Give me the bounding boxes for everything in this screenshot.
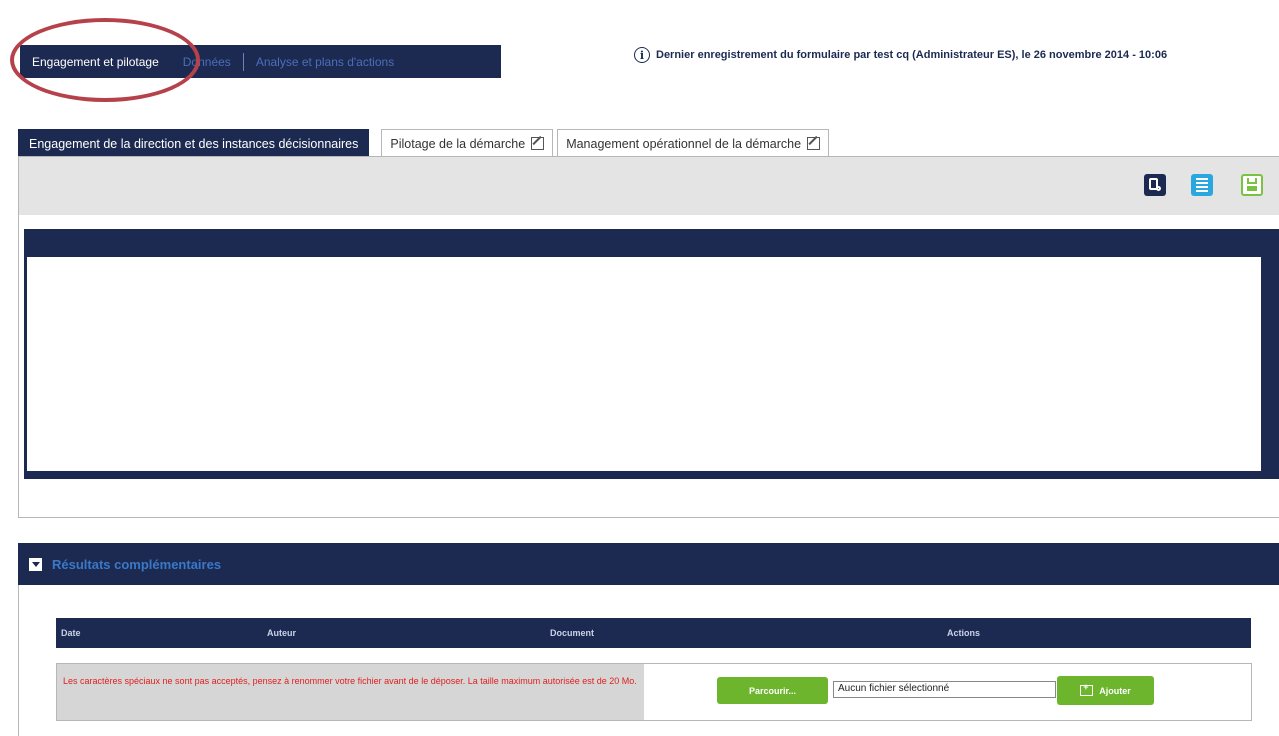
main-nav: Engagement et pilotage Données Analyse e… [20,45,501,78]
content-panel [18,156,1279,518]
results-body: Date Auteur Document Actions Les caractè… [18,585,1279,736]
subtab-label: Management opérationnel de la démarche [566,136,802,151]
last-save-info: i Dernier enregistrement du formulaire p… [634,47,1167,63]
nav-tab-label: Engagement et pilotage [32,54,159,69]
last-save-text: Dernier enregistrement du formulaire par… [656,49,1168,61]
column-header-actions: Actions [947,628,981,638]
edit-icon [807,137,821,150]
panel-toolbar [19,157,1279,215]
subtab-pilotage[interactable]: Pilotage de la démarche [381,129,554,157]
nav-tab-label: Analyse et plans d'actions [255,54,395,69]
subtab-engagement-direction[interactable]: Engagement de la direction et des instan… [18,129,370,157]
info-icon: i [634,47,650,63]
browse-button[interactable]: Parcourir... [717,677,828,704]
results-table-header: Date Auteur Document Actions [56,618,1251,648]
rich-text-editor [24,229,1279,479]
subtabs: Engagement de la direction et des instan… [18,129,833,157]
edit-icon [531,137,545,150]
upload-warning: Les caractères spéciaux ne sont pas acce… [57,664,644,720]
subtab-management[interactable]: Management opérationnel de la démarche [557,129,830,157]
add-button[interactable]: Ajouter [1057,676,1154,705]
nav-tab-label: Données [182,54,231,69]
column-header-auteur: Auteur [267,628,296,638]
add-button-label: Ajouter [1099,685,1131,696]
subtab-label: Pilotage de la démarche [390,136,526,151]
upload-row: Les caractères spéciaux ne sont pas acce… [56,663,1252,721]
add-file-icon [1080,682,1094,696]
column-header-date: Date [61,628,81,638]
file-input-field[interactable]: Aucun fichier sélectionné [833,681,1056,698]
nav-tab-analyse[interactable]: Analyse et plans d'actions [244,45,406,78]
column-header-document: Document [550,628,595,638]
editor-textarea[interactable] [27,257,1261,471]
nav-tab-engagement[interactable]: Engagement et pilotage [20,45,171,78]
preview-icon[interactable] [1144,174,1166,196]
subtab-label: Engagement de la direction et des instan… [29,136,359,151]
save-icon[interactable] [1241,174,1263,196]
nav-tab-donnees[interactable]: Données [171,45,243,78]
results-section-header[interactable]: Résultats complémentaires [18,543,1279,585]
results-title: Résultats complémentaires [52,556,222,572]
collapse-toggle-icon[interactable] [29,557,42,571]
list-icon[interactable] [1191,174,1213,196]
